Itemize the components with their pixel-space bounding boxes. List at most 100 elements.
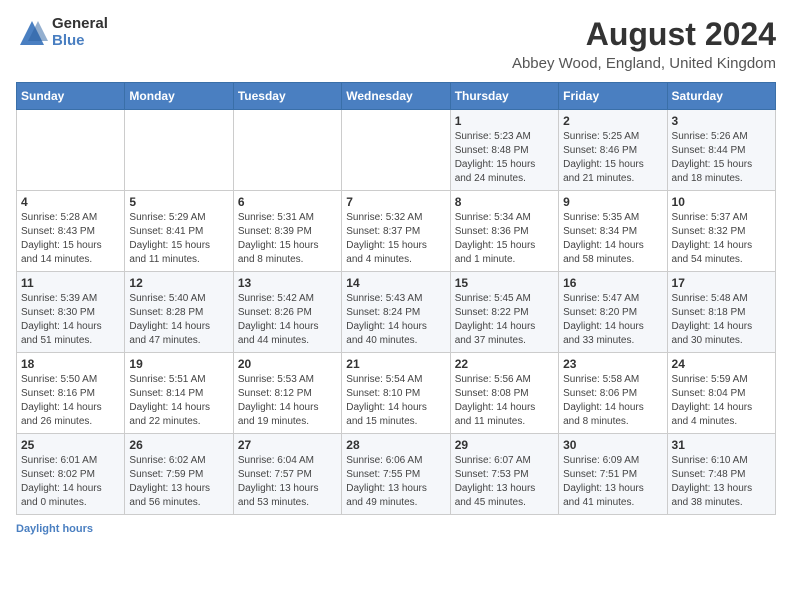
calendar-cell: 1Sunrise: 5:23 AMSunset: 8:48 PMDaylight…: [450, 110, 558, 191]
calendar-cell: 3 Sunrise: 5:26 AMSunset: 8:44 PMDaylight…: [667, 110, 775, 191]
header: General Blue August 2024 Abbey Wood, Eng…: [16, 16, 776, 72]
day-info: Sunrise: 6:01 AMSunset: 8:02 PMDaylight:…: [21, 454, 120, 510]
day-number: 21: [346, 357, 445, 371]
calendar-cell: 28Sunrise: 6:06 AMSunset: 7:55 PMDayligh…: [342, 434, 450, 515]
day-info: Sunrise: 5:39 AMSunset: 8:30 PMDaylight:…: [21, 292, 120, 348]
calendar-table: SundayMondayTuesdayWednesdayThursdayFrid…: [16, 82, 776, 515]
calendar-cell: 27Sunrise: 6:04 AMSunset: 7:57 PMDayligh…: [233, 434, 341, 515]
day-info: Sunrise: 5:37 AMSunset: 8:32 PMDaylight:…: [672, 211, 771, 267]
day-info: Sunrise: 5:58 AMSunset: 8:06 PMDaylight:…: [563, 373, 662, 429]
column-header-sunday: Sunday: [17, 83, 125, 110]
day-info: Sunrise: 5:53 AMSunset: 8:12 PMDaylight:…: [238, 373, 337, 429]
calendar-cell: 14 Sunrise: 5:43 AMSunset: 8:24 PMDayligh…: [342, 272, 450, 353]
week-row-1: 1Sunrise: 5:23 AMSunset: 8:48 PMDaylight…: [17, 110, 776, 191]
logo-blue-text: Blue: [52, 33, 108, 50]
calendar-cell: 23 Sunrise: 5:58 AMSunset: 8:06 PMDayligh…: [559, 353, 667, 434]
day-info: Sunrise: 5:47 AMSunset: 8:20 PMDaylight:…: [563, 292, 662, 348]
day-info: Sunrise: 5:43 AMSunset: 8:24 PMDaylight:…: [346, 292, 445, 348]
day-info: Sunrise: 5:42 AMSunset: 8:26 PMDaylight:…: [238, 292, 337, 348]
day-number: 24: [672, 357, 771, 371]
column-header-saturday: Saturday: [667, 83, 775, 110]
calendar-cell: [233, 110, 341, 191]
calendar-cell: 9Sunrise: 5:35 AMSunset: 8:34 PMDaylight…: [559, 191, 667, 272]
daylight-label: Daylight hours: [16, 523, 93, 535]
calendar-cell: 25 Sunrise: 6:01 AMSunset: 8:02 PMDayligh…: [17, 434, 125, 515]
calendar-cell: [17, 110, 125, 191]
day-number: 14: [346, 276, 445, 290]
column-header-wednesday: Wednesday: [342, 83, 450, 110]
calendar-cell: 4 Sunrise: 5:28 AMSunset: 8:43 PMDaylight…: [17, 191, 125, 272]
day-number: 26: [129, 438, 228, 452]
week-row-4: 18 Sunrise: 5:50 AMSunset: 8:16 PMDayligh…: [17, 353, 776, 434]
calendar-cell: 12 Sunrise: 5:40 AMSunset: 8:28 PMDayligh…: [125, 272, 233, 353]
calendar-cell: 13Sunrise: 5:42 AMSunset: 8:26 PMDayligh…: [233, 272, 341, 353]
calendar-cell: [342, 110, 450, 191]
day-info: Sunrise: 5:40 AMSunset: 8:28 PMDaylight:…: [129, 292, 228, 348]
day-number: 6: [238, 195, 337, 209]
calendar-cell: 6 Sunrise: 5:31 AMSunset: 8:39 PMDaylight…: [233, 191, 341, 272]
title-area: August 2024 Abbey Wood, England, United …: [512, 16, 776, 72]
calendar-header-row: SundayMondayTuesdayWednesdayThursdayFrid…: [17, 83, 776, 110]
day-info: Sunrise: 5:26 AMSunset: 8:44 PMDaylight:…: [672, 130, 771, 186]
day-info: Sunrise: 5:29 AMSunset: 8:41 PMDaylight:…: [129, 211, 228, 267]
day-number: 5: [129, 195, 228, 209]
calendar-cell: 2 Sunrise: 5:25 AMSunset: 8:46 PMDaylight…: [559, 110, 667, 191]
calendar-cell: 31 Sunrise: 6:10 AMSunset: 7:48 PMDayligh…: [667, 434, 775, 515]
column-header-monday: Monday: [125, 83, 233, 110]
day-number: 27: [238, 438, 337, 452]
calendar-cell: 29 Sunrise: 6:07 AMSunset: 7:53 PMDayligh…: [450, 434, 558, 515]
day-info: Sunrise: 5:50 AMSunset: 8:16 PMDaylight:…: [21, 373, 120, 429]
calendar-cell: 18 Sunrise: 5:50 AMSunset: 8:16 PMDayligh…: [17, 353, 125, 434]
calendar-cell: 11 Sunrise: 5:39 AMSunset: 8:30 PMDayligh…: [17, 272, 125, 353]
calendar-cell: 19Sunrise: 5:51 AMSunset: 8:14 PMDayligh…: [125, 353, 233, 434]
day-number: 31: [672, 438, 771, 452]
day-number: 17: [672, 276, 771, 290]
day-number: 23: [563, 357, 662, 371]
day-number: 4: [21, 195, 120, 209]
day-info: Sunrise: 5:31 AMSunset: 8:39 PMDaylight:…: [238, 211, 337, 267]
day-info: Sunrise: 5:35 AMSunset: 8:34 PMDaylight:…: [563, 211, 662, 267]
calendar-cell: [125, 110, 233, 191]
day-info: Sunrise: 5:25 AMSunset: 8:46 PMDaylight:…: [563, 130, 662, 186]
calendar-cell: 17Sunrise: 5:48 AMSunset: 8:18 PMDayligh…: [667, 272, 775, 353]
column-header-tuesday: Tuesday: [233, 83, 341, 110]
day-info: Sunrise: 5:32 AMSunset: 8:37 PMDaylight:…: [346, 211, 445, 267]
day-info: Sunrise: 5:28 AMSunset: 8:43 PMDaylight:…: [21, 211, 120, 267]
calendar-cell: 16 Sunrise: 5:47 AMSunset: 8:20 PMDayligh…: [559, 272, 667, 353]
calendar-subtitle: Abbey Wood, England, United Kingdom: [512, 55, 776, 72]
day-number: 22: [455, 357, 554, 371]
day-number: 3: [672, 114, 771, 128]
day-info: Sunrise: 6:06 AMSunset: 7:55 PMDaylight:…: [346, 454, 445, 510]
day-info: Sunrise: 5:56 AMSunset: 8:08 PMDaylight:…: [455, 373, 554, 429]
calendar-title: August 2024: [512, 16, 776, 53]
calendar-cell: 7Sunrise: 5:32 AMSunset: 8:37 PMDaylight…: [342, 191, 450, 272]
day-number: 2: [563, 114, 662, 128]
day-info: Sunrise: 5:51 AMSunset: 8:14 PMDaylight:…: [129, 373, 228, 429]
calendar-cell: 30 Sunrise: 6:09 AMSunset: 7:51 PMDayligh…: [559, 434, 667, 515]
day-number: 29: [455, 438, 554, 452]
day-info: Sunrise: 6:07 AMSunset: 7:53 PMDaylight:…: [455, 454, 554, 510]
day-number: 30: [563, 438, 662, 452]
day-number: 12: [129, 276, 228, 290]
logo: General Blue: [16, 16, 108, 49]
column-header-friday: Friday: [559, 83, 667, 110]
logo-icon: [16, 17, 48, 49]
week-row-2: 4 Sunrise: 5:28 AMSunset: 8:43 PMDaylight…: [17, 191, 776, 272]
day-info: Sunrise: 6:10 AMSunset: 7:48 PMDaylight:…: [672, 454, 771, 510]
calendar-cell: 22 Sunrise: 5:56 AMSunset: 8:08 PMDayligh…: [450, 353, 558, 434]
day-info: Sunrise: 6:09 AMSunset: 7:51 PMDaylight:…: [563, 454, 662, 510]
day-info: Sunrise: 5:34 AMSunset: 8:36 PMDaylight:…: [455, 211, 554, 267]
day-info: Sunrise: 5:54 AMSunset: 8:10 PMDaylight:…: [346, 373, 445, 429]
day-number: 25: [21, 438, 120, 452]
calendar-cell: 24Sunrise: 5:59 AMSunset: 8:04 PMDayligh…: [667, 353, 775, 434]
day-info: Sunrise: 5:45 AMSunset: 8:22 PMDaylight:…: [455, 292, 554, 348]
day-info: Sunrise: 6:02 AMSunset: 7:59 PMDaylight:…: [129, 454, 228, 510]
calendar-cell: 20Sunrise: 5:53 AMSunset: 8:12 PMDayligh…: [233, 353, 341, 434]
logo-general-text: General: [52, 16, 108, 33]
calendar-cell: 5 Sunrise: 5:29 AMSunset: 8:41 PMDaylight…: [125, 191, 233, 272]
day-number: 18: [21, 357, 120, 371]
footer: Daylight hours: [16, 523, 776, 535]
day-number: 11: [21, 276, 120, 290]
week-row-3: 11 Sunrise: 5:39 AMSunset: 8:30 PMDayligh…: [17, 272, 776, 353]
day-number: 16: [563, 276, 662, 290]
